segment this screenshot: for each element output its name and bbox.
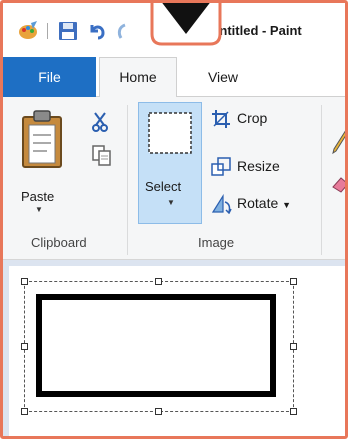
redo-icon[interactable] (115, 21, 127, 41)
ribbon-separator (127, 105, 128, 255)
ribbon-separator (321, 105, 322, 255)
paste-dropdown-caret[interactable]: ▼ (35, 205, 43, 214)
eraser-icon[interactable] (331, 175, 348, 193)
resize-label: Resize (237, 158, 280, 174)
resize-handle[interactable] (290, 343, 297, 350)
save-icon[interactable] (58, 21, 78, 41)
clipboard-icon (22, 110, 62, 168)
resize-handle[interactable] (155, 278, 162, 285)
resize-handle[interactable] (155, 408, 162, 415)
crop-button[interactable]: Crop (209, 107, 319, 131)
crop-label: Crop (237, 110, 268, 126)
rotate-label: Rotate ▼ (237, 195, 292, 211)
paste-label: Paste (21, 189, 55, 204)
dashed-rectangle-icon (148, 112, 192, 154)
clipboard-group-label: Clipboard (31, 235, 87, 250)
paste-button[interactable]: Paste ▼ (13, 107, 75, 219)
rotate-button[interactable]: Rotate ▼ (209, 192, 339, 216)
tab-file[interactable]: File (3, 57, 96, 97)
copy-icon[interactable] (92, 145, 112, 167)
window-title: Untitled - Paint (210, 23, 302, 38)
select-dropdown-caret[interactable]: ▼ (167, 198, 175, 207)
resize-handle[interactable] (21, 343, 28, 350)
select-label: Select (145, 179, 182, 194)
title-separator (47, 23, 48, 39)
resize-handle[interactable] (21, 278, 28, 285)
down-arrow-icon (150, 0, 222, 46)
resize-button[interactable]: Resize (209, 155, 329, 179)
ribbon: Paste ▼ Clipboard Select ▼ Crop Resize R… (3, 97, 348, 260)
tab-view[interactable]: View (193, 57, 253, 97)
tab-home[interactable]: Home (99, 57, 177, 98)
image-group-label: Image (198, 235, 235, 250)
undo-icon[interactable] (87, 21, 107, 41)
rotate-icon (211, 194, 232, 214)
ribbon-tabs: File Home View (3, 57, 345, 98)
scissors-icon[interactable] (91, 111, 109, 133)
pencil-icon[interactable] (331, 129, 348, 155)
crop-icon (212, 110, 230, 128)
resize-handle[interactable] (21, 408, 28, 415)
resize-handle[interactable] (290, 278, 297, 285)
select-button[interactable]: Select ▼ (138, 102, 202, 224)
rectangle-shape[interactable] (36, 294, 276, 397)
paint-app-icon[interactable] (17, 21, 39, 41)
resize-handle[interactable] (290, 408, 297, 415)
resize-icon (211, 157, 231, 176)
